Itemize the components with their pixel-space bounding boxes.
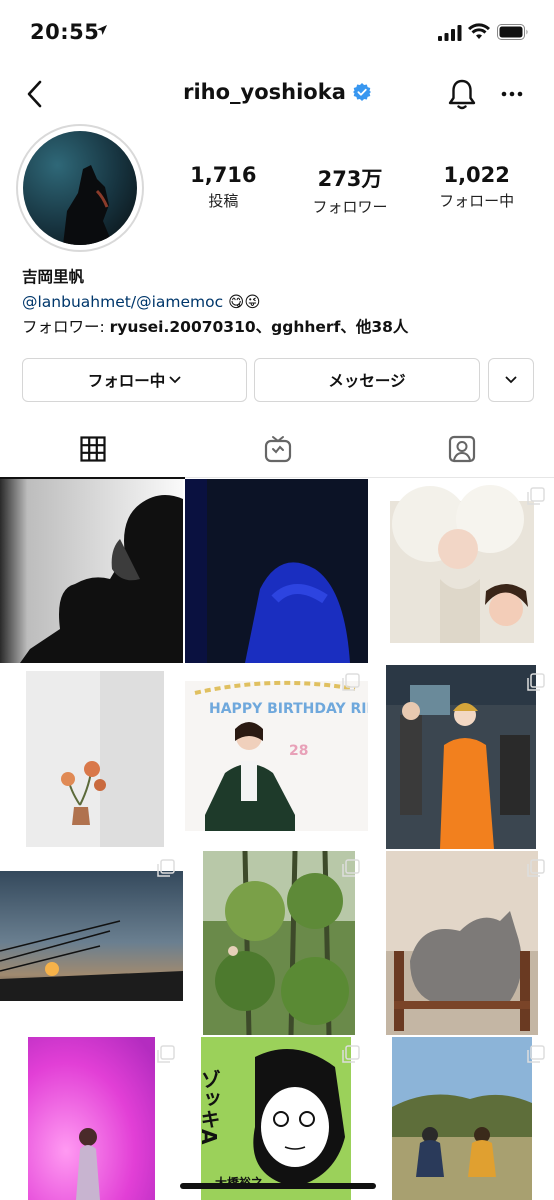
post-thumbnail[interactable] — [370, 479, 553, 663]
profile-content-tabs — [0, 420, 554, 479]
following-button-label: フォロー中 — [87, 372, 166, 390]
followed-by-names: ryusei.20070310、gghherf、他38人 — [109, 318, 409, 336]
profile-avatar[interactable] — [16, 124, 144, 252]
post-thumbnail[interactable] — [185, 479, 368, 663]
profile-display-name: 吉岡里帆 — [22, 268, 85, 286]
profile-bio: 吉岡里帆 @lanbuahmet/@iamemoc 😋😜 フォロワー: ryus… — [22, 265, 542, 340]
profile-stats: 1,716 投稿 273万 フォロワー 1,022 フォロー中 — [160, 163, 540, 217]
notifications-button[interactable] — [444, 76, 480, 112]
posts-count: 1,716 — [190, 163, 257, 187]
mention-link-lanbuahmet[interactable]: @lanbuahmet — [22, 293, 131, 311]
post-thumbnail[interactable]: ゾッキA 大橋裕之 — [185, 1037, 368, 1200]
multiple-posts-icon — [157, 859, 175, 877]
cellular-signal-icon — [438, 25, 462, 41]
avatar-image — [23, 131, 137, 245]
multiple-posts-icon — [527, 673, 545, 691]
stat-posts[interactable]: 1,716 投稿 — [160, 163, 287, 217]
message-button[interactable]: メッセージ — [254, 358, 480, 402]
post-thumbnail[interactable]: HAPPY BIRTHDAY RIHO 28 — [185, 665, 368, 849]
verified-badge-icon — [352, 83, 371, 101]
bell-icon — [448, 79, 476, 110]
post-image — [0, 1037, 183, 1200]
post-image — [0, 851, 183, 1035]
multiple-posts-icon — [342, 673, 360, 691]
home-indicator[interactable] — [180, 1183, 376, 1189]
followed-by-prefix: フォロワー: — [22, 318, 110, 336]
post-image — [370, 1037, 553, 1200]
post-thumbnail[interactable] — [185, 851, 368, 1035]
tagged-person-icon — [448, 435, 475, 463]
stat-followers[interactable]: 273万 フォロワー — [287, 163, 414, 217]
multiple-posts-icon — [527, 859, 545, 877]
multiple-posts-icon — [157, 1045, 175, 1063]
post-image — [185, 479, 368, 663]
tab-posts-grid[interactable] — [0, 420, 185, 479]
more-options-button[interactable] — [496, 78, 528, 110]
multiple-posts-icon — [342, 859, 360, 877]
igtv-icon — [264, 436, 291, 463]
post-image — [370, 665, 553, 849]
profile-nav-bar: riho_yoshioka — [0, 66, 554, 122]
post-image: ゾッキA 大橋裕之 — [185, 1037, 368, 1200]
post-image — [370, 851, 553, 1035]
post-thumbnail[interactable] — [370, 665, 553, 849]
profile-actions: フォロー中 メッセージ — [22, 358, 534, 402]
chevron-down-icon — [169, 376, 181, 384]
post-thumbnail[interactable] — [0, 1037, 183, 1200]
post-image — [0, 479, 183, 663]
suggested-accounts-button[interactable] — [488, 358, 534, 402]
stat-following[interactable]: 1,022 フォロー中 — [413, 163, 540, 217]
following-count: 1,022 — [443, 163, 510, 187]
posts-label: 投稿 — [208, 192, 239, 210]
birthday-decoration-text: HAPPY BIRTHDAY RIHO — [209, 701, 368, 717]
followers-label: フォロワー — [312, 198, 388, 216]
bio-emoji: 😋😜 — [228, 293, 261, 311]
followers-count: 273万 — [317, 167, 383, 191]
following-label: フォロー中 — [439, 192, 515, 210]
post-image — [185, 851, 368, 1035]
post-image — [0, 665, 183, 849]
post-thumbnail[interactable] — [0, 665, 183, 849]
status-time: 20:55 — [30, 20, 100, 44]
chevron-down-icon — [505, 376, 517, 384]
battery-icon — [497, 24, 528, 40]
followed-by-line[interactable]: フォロワー: ryusei.20070310、gghherf、他38人 — [22, 315, 542, 340]
post-image — [370, 479, 553, 663]
multiple-posts-icon — [342, 1045, 360, 1063]
tab-igtv[interactable] — [185, 420, 370, 478]
post-thumbnail[interactable] — [370, 851, 553, 1035]
message-button-label: メッセージ — [328, 372, 406, 390]
post-thumbnail[interactable] — [0, 479, 183, 663]
bio-mentions-line: @lanbuahmet/@iamemoc 😋😜 — [22, 290, 542, 315]
location-arrow-icon — [97, 25, 107, 35]
status-bar: 20:55 — [0, 0, 554, 66]
mention-link-iamemoc[interactable]: @iamemoc — [136, 293, 223, 311]
profile-username: riho_yoshioka — [183, 80, 346, 104]
multiple-posts-icon — [527, 1045, 545, 1063]
tab-tagged[interactable] — [369, 420, 554, 478]
birthday-number-text: 28 — [289, 743, 308, 759]
post-image: HAPPY BIRTHDAY RIHO 28 — [185, 665, 368, 849]
grid-icon — [79, 436, 106, 462]
wifi-icon — [468, 23, 490, 39]
ellipsis-icon — [501, 91, 523, 97]
multiple-posts-icon — [527, 487, 545, 505]
book-cover-title: ゾッキA — [197, 1069, 221, 1145]
following-button[interactable]: フォロー中 — [22, 358, 247, 402]
post-thumbnail[interactable] — [370, 1037, 553, 1200]
post-thumbnail[interactable] — [0, 851, 183, 1035]
